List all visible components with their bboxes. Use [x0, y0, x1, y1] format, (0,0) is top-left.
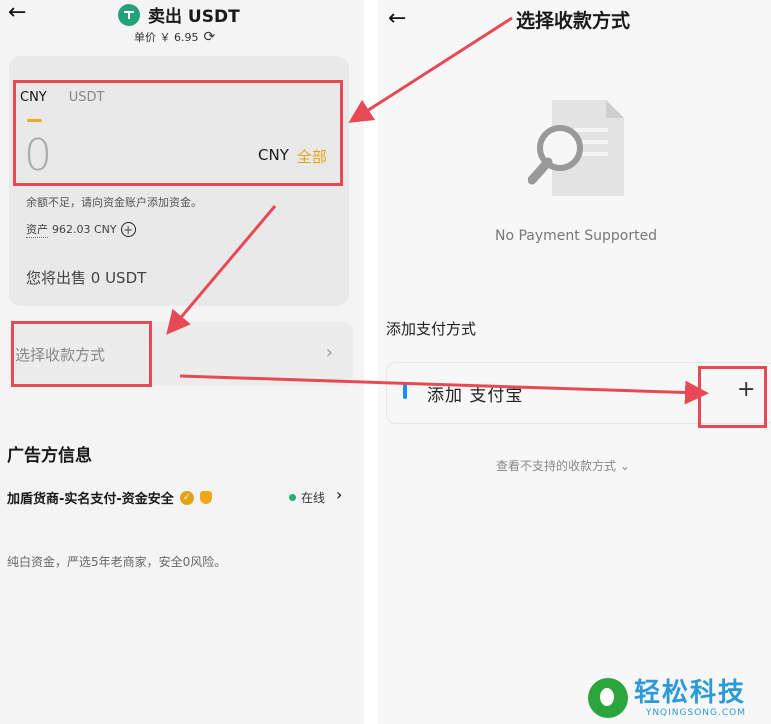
add-alipay-label: 添加 支付宝 [427, 386, 524, 406]
select-payment-screen: ← 选择收款方式 No Payment Supported 添加支付方式 添加 … [378, 0, 771, 724]
assets-label: 资产 [26, 223, 48, 238]
back-arrow-icon[interactable]: ← [388, 6, 406, 31]
refresh-icon[interactable]: ⟳ [204, 29, 216, 45]
page-title: 选择收款方式 [516, 10, 631, 32]
watermark-logo-icon [588, 678, 628, 718]
advertiser-title: 广告方信息 [7, 446, 92, 466]
empty-document-search-icon [528, 100, 624, 196]
watermark-en: YNQINGSONG.COM [645, 708, 747, 718]
back-arrow-icon[interactable]: ← [8, 0, 26, 25]
unit-price-text: 单价 ￥ 6.95 [134, 31, 199, 44]
merchant-name: 加盾货商-实名支付-资金安全 [7, 492, 174, 507]
add-funds-icon[interactable]: + [120, 222, 136, 237]
panel-divider [364, 0, 378, 724]
merchant-row[interactable]: 加盾货商-实名支付-资金安全 ✓ [7, 488, 212, 507]
merchant-chevron-icon[interactable]: › [336, 485, 342, 504]
verified-badge-icon: ✓ [179, 490, 194, 505]
shield-badge-icon [199, 491, 212, 504]
online-dot-icon [289, 494, 296, 501]
merchant-description: 纯白资金，严选5年老商家，安全0风险。 [7, 555, 227, 569]
unit-price: 单价 ￥ 6.95 ⟳ [134, 29, 215, 45]
empty-state-text: No Payment Supported [495, 228, 658, 244]
page-title-text: 卖出 USDT [148, 7, 240, 27]
sell-summary: 您将出售 0 USDT [26, 269, 147, 287]
insufficient-balance-text: 余额不足，请向资金账户添加资金。 [26, 196, 202, 209]
view-unsupported-methods-link[interactable]: 查看不支持的收款方式 ⌄ [496, 457, 630, 474]
annotation-box-add-plus [698, 366, 767, 428]
online-status-text: 在线 [301, 491, 326, 505]
annotation-box-amount [13, 80, 343, 186]
add-payment-section-title: 添加支付方式 [386, 320, 477, 338]
alipay-accent-bar [403, 383, 407, 399]
annotation-box-payment-select [11, 321, 152, 387]
assets-row: 资产 962.03 CNY + [26, 221, 136, 238]
watermark-logo: 轻松科技 YNQINGSONG.COM [588, 678, 746, 718]
assets-value: 962.03 CNY [52, 223, 117, 236]
tether-icon [118, 3, 140, 26]
chevron-right-icon: › [325, 342, 333, 363]
watermark-cn: 轻松科技 [634, 678, 747, 708]
online-status: 在线 [289, 489, 325, 506]
page-title: 卖出 USDT [118, 2, 240, 27]
